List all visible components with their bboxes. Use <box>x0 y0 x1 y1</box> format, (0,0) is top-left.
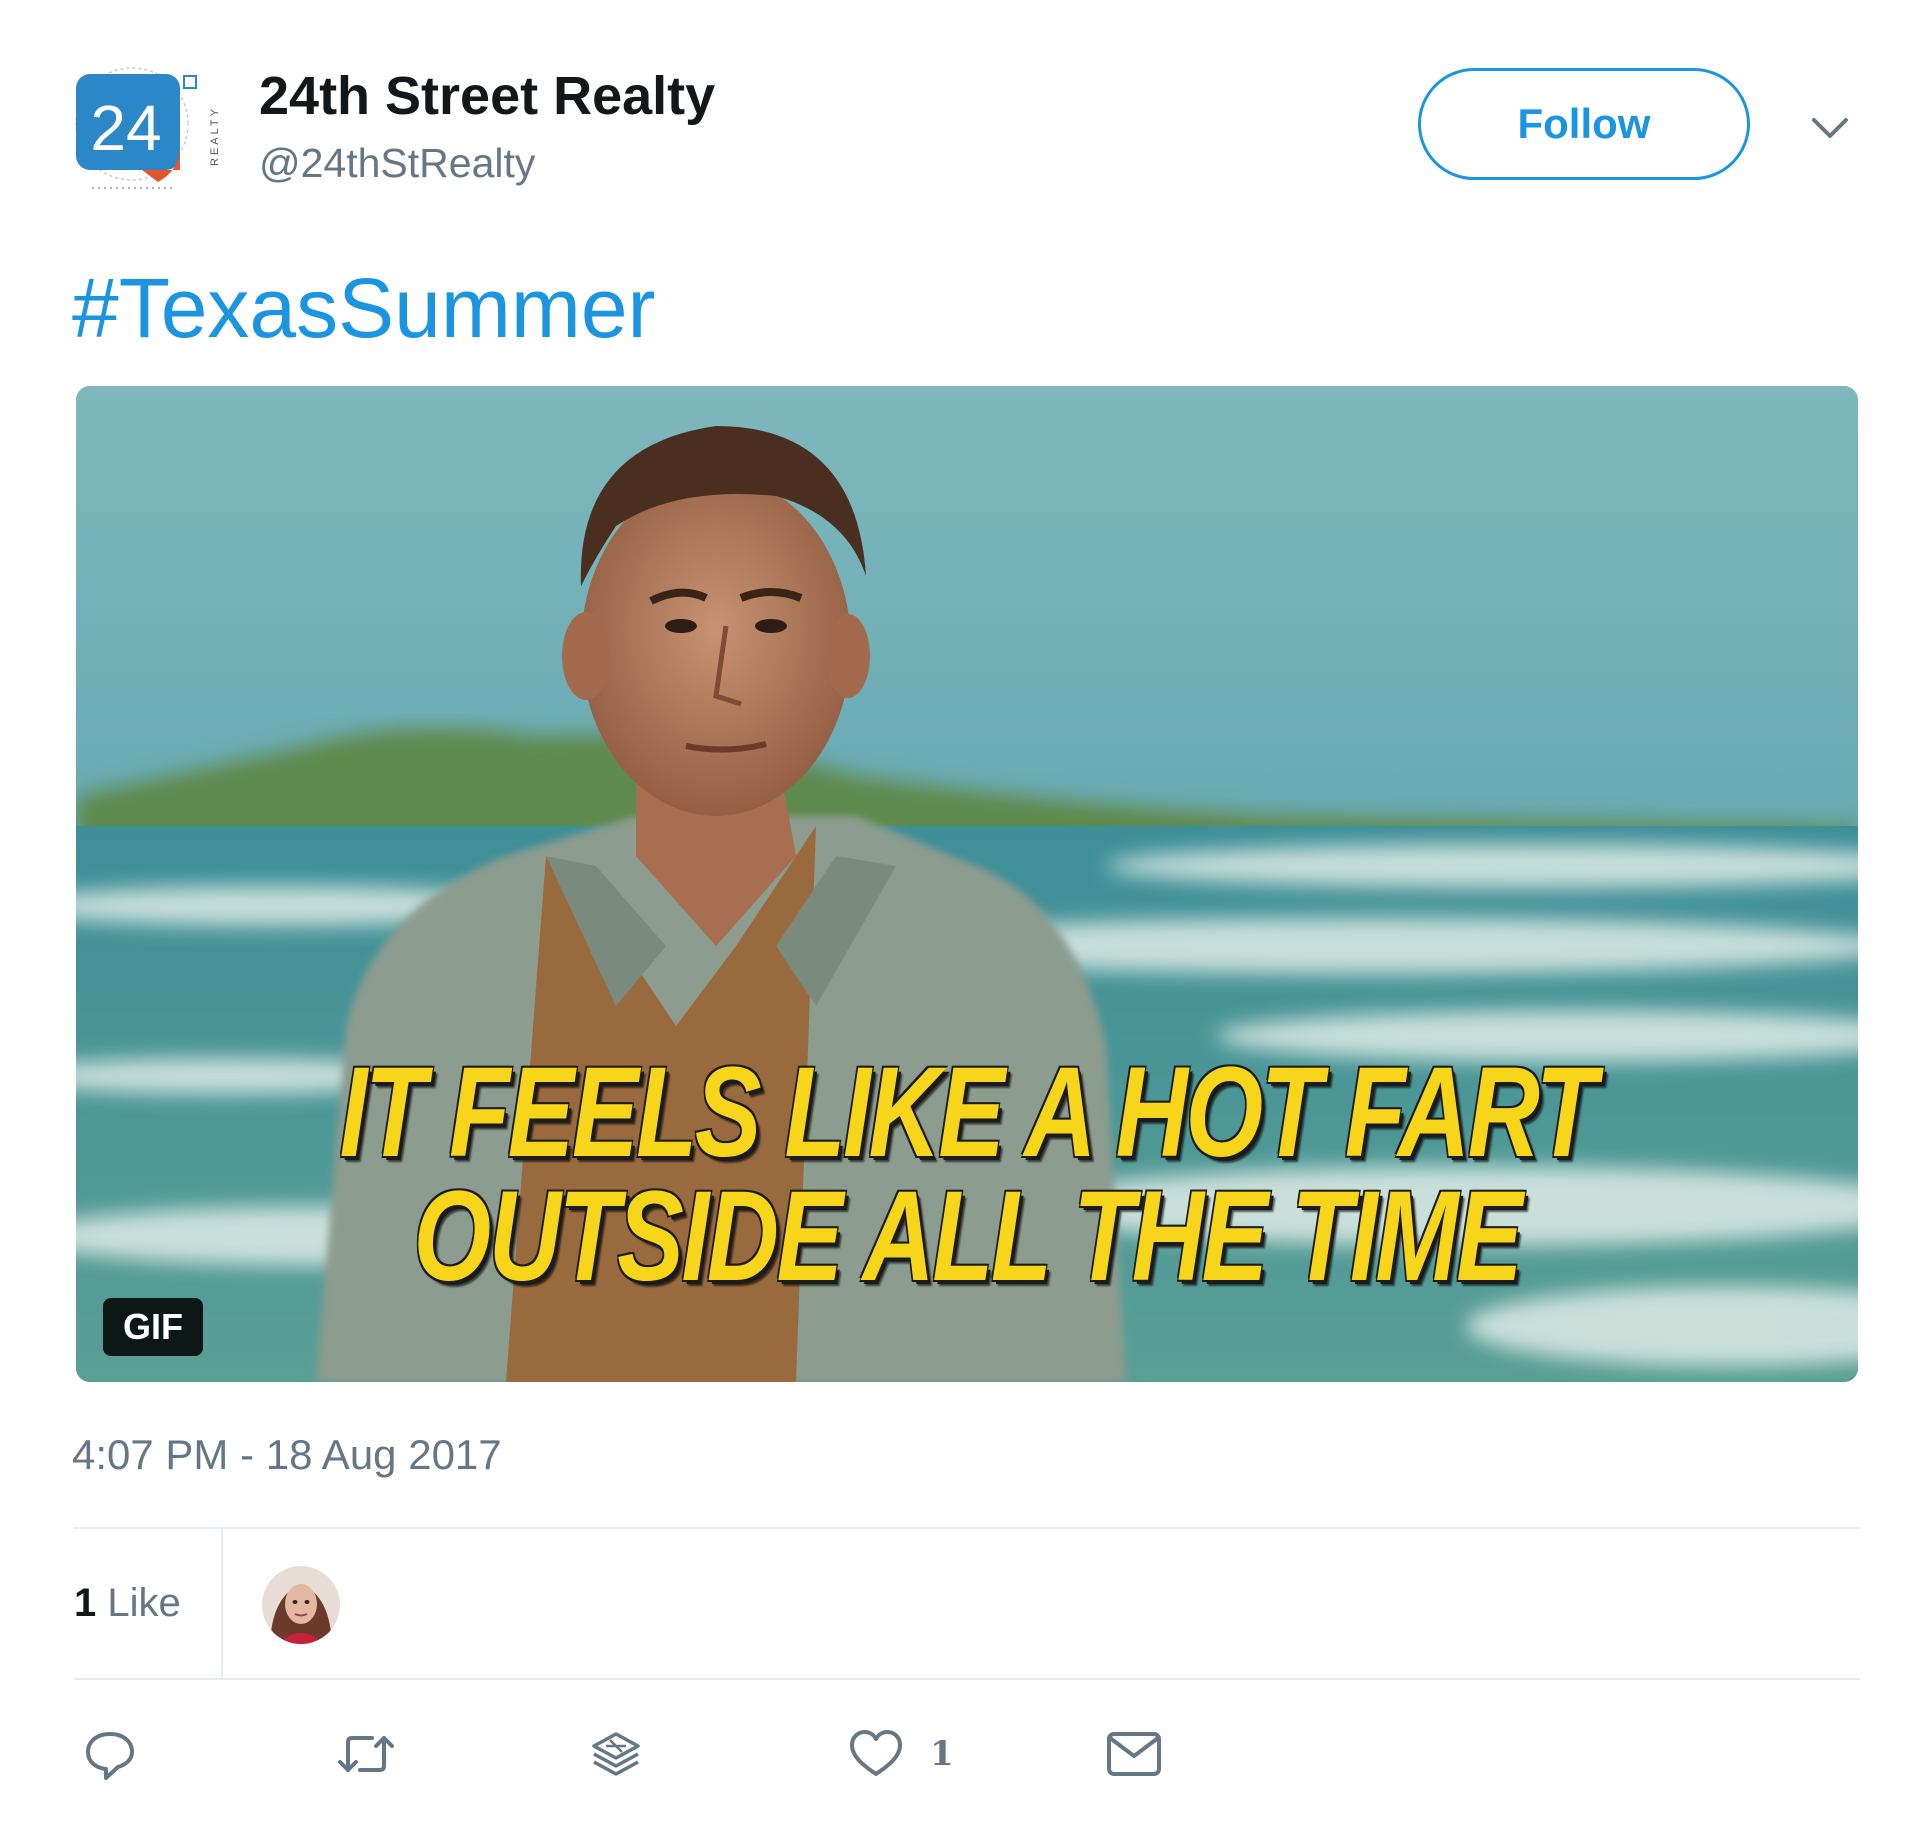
heart-icon <box>850 1730 902 1776</box>
chevron-down-icon[interactable] <box>1806 110 1854 146</box>
account-handle[interactable]: @24thStRealty <box>259 138 535 188</box>
liker-avatar[interactable] <box>262 1566 340 1644</box>
stack-button[interactable] <box>588 1726 644 1782</box>
account-avatar[interactable]: 24 street REALTY <box>72 66 228 196</box>
gif-badge: GIF <box>103 1298 203 1356</box>
likes-stat[interactable]: 1 Like <box>74 1578 181 1628</box>
avatar-vertical-text: street <box>183 123 202 166</box>
likes-stat-label: Like <box>107 1581 181 1625</box>
follow-button[interactable]: Follow <box>1418 68 1750 180</box>
tweet-timestamp[interactable]: 4:07 PM - 18 Aug 2017 <box>72 1430 502 1480</box>
retweet-button[interactable] <box>336 1726 396 1782</box>
like-button[interactable]: 1 <box>848 1726 954 1782</box>
hashtag-link[interactable]: #TexasSummer <box>72 261 656 355</box>
stack-icon <box>592 1732 640 1776</box>
envelope-icon <box>1107 1732 1161 1776</box>
tweet-media-gif[interactable]: IT FEELS LIKE A HOT FART OUTSIDE ALL THE… <box>76 386 1858 1382</box>
direct-message-button[interactable] <box>1104 1726 1164 1782</box>
likes-stat-count: 1 <box>74 1581 97 1625</box>
gif-caption-line-2: OUTSIDE ALL THE TIME <box>413 1165 1523 1308</box>
avatar-vertical-text-2: REALTY <box>209 106 221 166</box>
retweet-icon <box>338 1736 394 1772</box>
gif-caption: IT FEELS LIKE A HOT FART OUTSIDE ALL THE… <box>76 1041 1858 1308</box>
avatar-number: 24 <box>90 92 161 164</box>
stats-divider-top <box>74 1527 1860 1529</box>
reply-icon <box>86 1732 134 1780</box>
stats-divider-bottom <box>74 1678 1860 1680</box>
stats-vertical-divider <box>221 1529 223 1678</box>
gif-caption-line-1: IT FEELS LIKE A HOT FART <box>339 1041 1597 1184</box>
display-name[interactable]: 24th Street Realty <box>259 64 715 128</box>
reply-button[interactable] <box>82 1726 138 1782</box>
tweet-text: #TexasSummer <box>72 258 656 358</box>
like-action-count: 1 <box>930 1734 954 1774</box>
